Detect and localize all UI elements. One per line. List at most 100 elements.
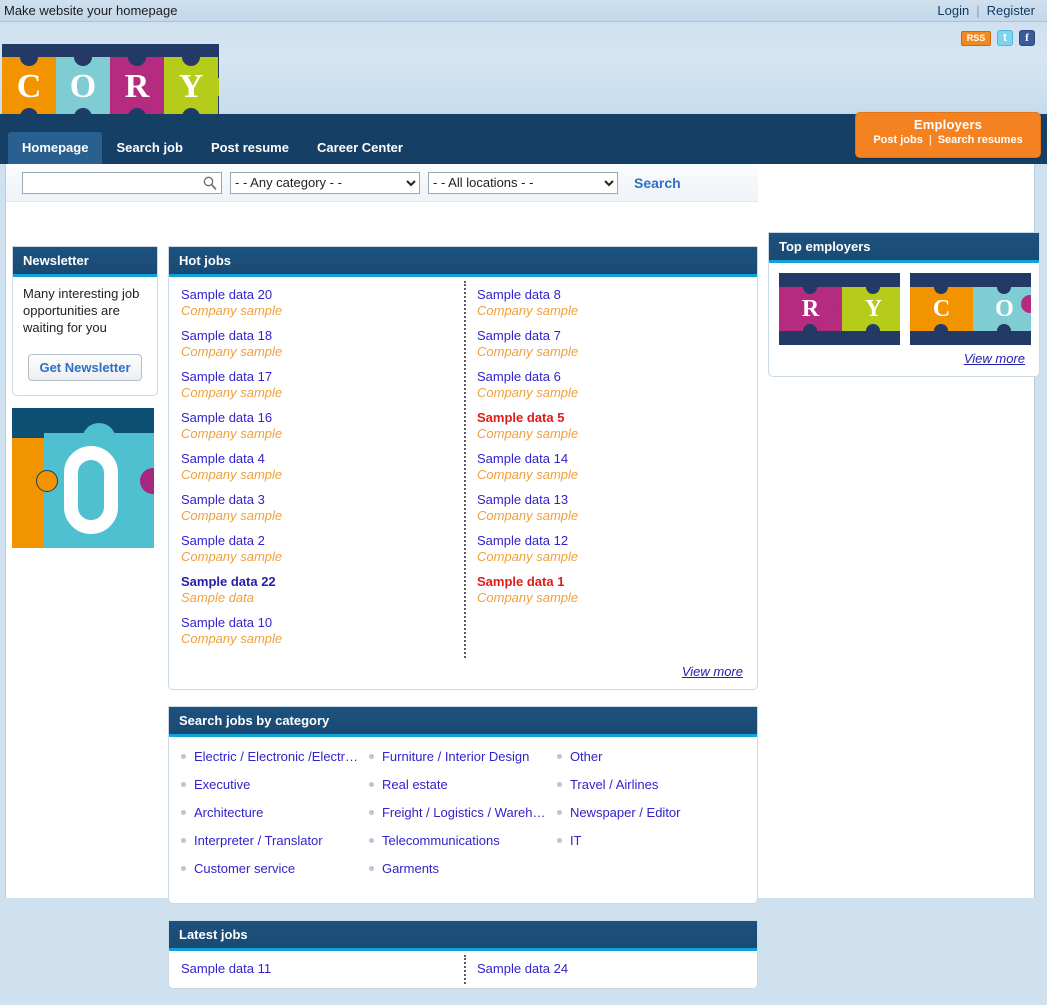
job-item: Sample data 13 Company sample: [477, 492, 735, 523]
job-title[interactable]: Sample data 2: [181, 533, 453, 548]
job-company: Company sample: [181, 549, 453, 564]
job-title[interactable]: Sample data 22: [181, 574, 453, 589]
job-item: Sample data 7 Company sample: [477, 328, 735, 359]
job-company: Sample data: [181, 590, 453, 605]
bullet-icon: [181, 838, 186, 843]
location-select[interactable]: - - All locations - -: [428, 172, 618, 194]
category-link[interactable]: Executive: [194, 777, 250, 792]
bullet-icon: [369, 810, 374, 815]
newsletter-body: Many interesting job opportunities are w…: [13, 277, 157, 395]
job-title[interactable]: Sample data 6: [477, 369, 735, 384]
register-link[interactable]: Register: [987, 3, 1035, 18]
category-link[interactable]: Telecommunications: [382, 833, 500, 848]
search-button[interactable]: Search: [626, 175, 689, 191]
category-link[interactable]: IT: [570, 833, 582, 848]
list-item: IT: [557, 833, 745, 848]
job-company: Company sample: [477, 344, 735, 359]
hot-jobs-left-column: Sample data 20 Company sample Sample dat…: [181, 287, 463, 656]
category-link[interactable]: Garments: [382, 861, 439, 876]
bullet-icon: [181, 810, 186, 815]
category-link[interactable]: Real estate: [382, 777, 448, 792]
job-title[interactable]: Sample data 4: [181, 451, 453, 466]
list-item: Telecommunications: [369, 833, 557, 848]
job-company: Company sample: [477, 385, 735, 400]
job-company: Company sample: [477, 549, 735, 564]
nav-item-career-center[interactable]: Career Center: [303, 132, 417, 164]
employers-links-separator: |: [929, 134, 932, 146]
category-link[interactable]: Freight / Logistics / Wareh…: [382, 805, 546, 820]
facebook-icon[interactable]: f: [1019, 30, 1035, 46]
search-input[interactable]: [26, 174, 202, 192]
banner-orange-piece: [12, 438, 44, 548]
job-title[interactable]: Sample data 14: [477, 451, 735, 466]
get-newsletter-button[interactable]: Get Newsletter: [28, 354, 141, 381]
job-item: Sample data 11: [181, 961, 453, 976]
employer-card[interactable]: C O: [910, 273, 1031, 345]
job-title[interactable]: Sample data 3: [181, 492, 453, 507]
category-link[interactable]: Furniture / Interior Design: [382, 749, 529, 764]
job-title[interactable]: Sample data 18: [181, 328, 453, 343]
job-title[interactable]: Sample data 10: [181, 615, 453, 630]
job-company: Company sample: [181, 631, 453, 646]
nav-item-homepage[interactable]: Homepage: [8, 132, 102, 164]
job-item: Sample data 5 Company sample: [477, 410, 735, 441]
search-resumes-link[interactable]: Search resumes: [938, 134, 1023, 146]
job-title[interactable]: Sample data 13: [477, 492, 735, 507]
top-employers-cards: R Y: [769, 263, 1039, 349]
make-homepage-link[interactable]: Make website your homepage: [4, 3, 177, 18]
category-link[interactable]: Other: [570, 749, 603, 764]
login-link[interactable]: Login: [937, 3, 969, 18]
categories-title: Search jobs by category: [169, 707, 757, 737]
twitter-icon[interactable]: t: [997, 30, 1013, 46]
search-icon[interactable]: [202, 175, 218, 191]
view-more-link[interactable]: View more: [964, 351, 1025, 366]
nav-item-post-resume[interactable]: Post resume: [197, 132, 303, 164]
categories-panel: Search jobs by category Electric / Elect…: [168, 706, 758, 904]
job-title[interactable]: Sample data 12: [477, 533, 735, 548]
job-title[interactable]: Sample data 16: [181, 410, 453, 425]
employer-letter-y: Y: [842, 287, 900, 331]
job-title[interactable]: Sample data 24: [477, 961, 735, 976]
category-link[interactable]: Electric / Electronic /Electr…: [194, 749, 358, 764]
employer-tile-y: Y: [842, 287, 900, 331]
job-title[interactable]: Sample data 17: [181, 369, 453, 384]
bullet-icon: [369, 838, 374, 843]
job-company: Company sample: [181, 426, 453, 441]
category-select[interactable]: - - Any category - -: [230, 172, 420, 194]
job-title[interactable]: Sample data 7: [477, 328, 735, 343]
categories-list: Electric / Electronic /Electr… Executive…: [169, 737, 757, 903]
social-links: RSS t f: [961, 30, 1035, 46]
job-item: Sample data 14 Company sample: [477, 451, 735, 482]
employer-card-tiles: R Y: [779, 287, 900, 331]
employer-card[interactable]: R Y: [779, 273, 900, 345]
right-sidebar: Top employers R: [768, 232, 1040, 377]
latest-jobs-title: Latest jobs: [169, 921, 757, 951]
sidebar-puzzle-banner[interactable]: [12, 408, 154, 548]
job-title[interactable]: Sample data 5: [477, 410, 735, 425]
logo-letter-o: O: [56, 57, 110, 117]
employer-letter-c: C: [910, 287, 973, 331]
category-link[interactable]: Interpreter / Translator: [194, 833, 323, 848]
job-company: Company sample: [181, 508, 453, 523]
category-link[interactable]: Architecture: [194, 805, 263, 820]
nav-item-search-job[interactable]: Search job: [102, 132, 196, 164]
job-title[interactable]: Sample data 8: [477, 287, 735, 302]
employers-panel[interactable]: Employers Post jobs|Search resumes: [855, 112, 1041, 158]
category-link[interactable]: Travel / Airlines: [570, 777, 658, 792]
job-title[interactable]: Sample data 1: [477, 574, 735, 589]
job-title[interactable]: Sample data 20: [181, 287, 453, 302]
category-link[interactable]: Newspaper / Editor: [570, 805, 681, 820]
post-jobs-link[interactable]: Post jobs: [873, 134, 923, 146]
logo-letter-y: Y: [164, 57, 218, 117]
list-item: Executive: [181, 777, 369, 792]
rss-icon[interactable]: RSS: [961, 31, 991, 46]
job-company: Company sample: [181, 344, 453, 359]
view-more-link[interactable]: View more: [682, 664, 743, 679]
category-link[interactable]: Customer service: [194, 861, 295, 876]
job-title[interactable]: Sample data 11: [181, 961, 453, 976]
logo-tile-o: O: [56, 57, 110, 117]
latest-jobs-right-column: Sample data 24: [463, 961, 745, 986]
job-item: Sample data 4 Company sample: [181, 451, 453, 482]
bullet-icon: [557, 782, 562, 787]
bullet-icon: [181, 754, 186, 759]
